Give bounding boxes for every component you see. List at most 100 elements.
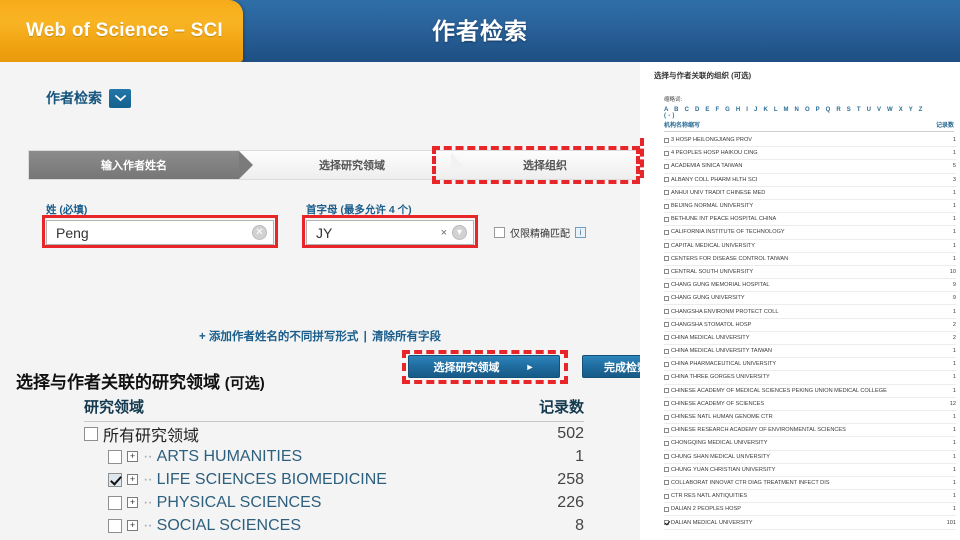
organization-checkbox[interactable] [664, 467, 669, 473]
research-area-row[interactable]: + ·· PHYSICAL SCIENCES 226 [84, 491, 584, 514]
highlight-step-organization [432, 146, 640, 184]
organization-row[interactable]: CAPITAL MEDICAL UNIVERSITY 1 [664, 240, 956, 253]
clear-icon-initials[interactable]: ▾ [452, 225, 467, 240]
expand-plus-icon[interactable]: + [127, 451, 138, 462]
add-name-variant-link[interactable]: + 添加作者姓名的不同拼写形式 [199, 331, 358, 343]
organization-checkbox[interactable] [664, 480, 669, 486]
organization-row[interactable]: CHONGQING MEDICAL UNIVERSITY 1 [664, 437, 956, 451]
organization-checkbox[interactable] [664, 137, 669, 143]
organization-checkbox[interactable] [664, 282, 669, 288]
step-select-research-area[interactable]: 选择研究领域 [239, 151, 462, 179]
organization-checkbox[interactable] [664, 427, 669, 433]
research-area-row[interactable]: + ·· SOCIAL SCIENCES 8 [84, 514, 584, 537]
research-area-row[interactable]: + ·· ARTS HUMANITIES 1 [84, 445, 584, 468]
organization-row[interactable]: CHANGSHA STOMATOL HOSP 2 [664, 319, 956, 332]
organization-checkbox[interactable] [664, 493, 669, 499]
organization-row[interactable]: CHINESE ACADEMY OF MEDICAL SCIENCES PEKI… [664, 385, 956, 398]
organization-row[interactable]: 3 HOSP HEILONGJIANG PROV 1 [664, 134, 956, 148]
organization-row[interactable]: CHUNG YUAN CHRISTIAN UNIVERSITY 1 [664, 464, 956, 477]
organization-checkbox[interactable] [664, 335, 669, 341]
organization-row[interactable]: BEIJING NORMAL UNIVERSITY 1 [664, 200, 956, 214]
exact-match-checkbox[interactable] [494, 227, 505, 238]
expand-plus-icon[interactable]: + [127, 520, 138, 531]
organization-checkbox[interactable] [664, 216, 669, 222]
organization-checkbox[interactable] [664, 374, 669, 380]
organization-row[interactable]: CHANGSHA ENVIRONM PROTECT COLL 1 [664, 305, 956, 319]
organization-checkbox[interactable] [664, 203, 669, 209]
organization-row[interactable]: ANHUI UNIV TRADIT CHINESE MED 1 [664, 187, 956, 200]
organization-checkbox[interactable] [664, 295, 669, 301]
organization-row[interactable]: CHINESE NATL HUMAN GENOME CTR 1 [664, 411, 956, 425]
organization-col-name: 机构名称缩写 [664, 123, 701, 129]
organization-checkbox[interactable] [664, 440, 669, 446]
research-area-name-cell: + ·· SOCIAL SCIENCES [84, 517, 575, 535]
organization-row[interactable]: DALIAN 2 PEOPLES HOSP 1 [664, 503, 956, 517]
organization-row[interactable]: BETHUNE INT PEACE HOSPITAL CHINA 1 [664, 213, 956, 227]
organization-row[interactable]: CHINA THREE GORGES UNIVERSITY 1 [664, 371, 956, 385]
organization-checkbox[interactable] [664, 309, 669, 315]
organization-checkbox[interactable] [664, 256, 669, 262]
info-icon[interactable]: i [575, 227, 586, 238]
research-area-row[interactable]: + ·· LIFE SCIENCES BIOMEDICINE 258 [84, 468, 584, 491]
remove-icon-initials[interactable]: × [441, 227, 447, 239]
organization-row[interactable]: DALIAN MEDICAL UNIVERSITY 101 [664, 516, 956, 530]
organization-name-cell: CHONGQING MEDICAL UNIVERSITY [664, 440, 953, 446]
organization-checkbox[interactable] [664, 150, 669, 156]
research-areas-rows: 所有研究领域 502 + ·· ARTS HUMANITIES 1 + ·· LIFE SCIE… [84, 422, 584, 540]
clear-all-fields-link[interactable]: 清除所有字段 [372, 331, 441, 343]
organization-checkbox[interactable] [664, 348, 669, 354]
organization-row[interactable]: 4 PEOPLES HOSP HAIKOU CING 1 [664, 147, 956, 161]
expand-plus-icon[interactable]: + [127, 497, 138, 508]
alphabet-filter[interactable]: A B C D E F G H I J K L M N O P Q R S T … [664, 107, 934, 119]
organization-row[interactable]: ACADEMIA SINICA TAIWAN 5 [664, 160, 956, 174]
organization-row[interactable]: CALIFORNIA INSTITUTE OF TECHNOLOGY 1 [664, 226, 956, 240]
organization-count: 12 [949, 400, 956, 407]
organization-checkbox[interactable] [664, 243, 669, 249]
clear-icon-lastname[interactable]: ✕ [252, 225, 267, 240]
organization-checkbox[interactable] [664, 520, 669, 526]
organization-checkbox[interactable] [664, 401, 669, 407]
research-area-checkbox[interactable] [84, 426, 98, 441]
organization-checkbox[interactable] [664, 414, 669, 420]
organization-row[interactable]: COLLABORAT INNOVAT CTR DIAG TREATMENT IN… [664, 477, 956, 491]
research-area-checkbox[interactable] [108, 472, 122, 487]
organization-row[interactable]: CTR RES NATL ANTIQUITIES 1 [664, 490, 956, 504]
organization-count: 1 [952, 203, 956, 210]
organization-checkbox[interactable] [664, 177, 669, 183]
organization-count: 1 [952, 414, 956, 421]
organization-row[interactable]: ALBANY COLL PHARM HLTH SCI 3 [664, 174, 956, 187]
organization-checkbox[interactable] [664, 454, 669, 460]
initials-input[interactable]: JY × ▾ [306, 220, 474, 245]
chevron-down-icon[interactable] [109, 88, 131, 108]
organization-row[interactable]: CENTERS FOR DISEASE CONTROL TAIWAN 1 [664, 253, 956, 266]
organization-row[interactable]: CHANG GUNG UNIVERSITY 9 [664, 292, 956, 306]
organization-checkbox[interactable] [664, 163, 669, 169]
organization-row[interactable]: CHINA MEDICAL UNIVERSITY TAIWAN 1 [664, 345, 956, 359]
exact-match-option[interactable]: 仅限精确匹配 i [494, 225, 586, 245]
expand-plus-icon[interactable]: + [127, 474, 138, 485]
organization-name-cell: DALIAN 2 PEOPLES HOSP [664, 506, 953, 512]
organization-row[interactable]: CENTRAL SOUTH UNIVERSITY 10 [664, 266, 956, 280]
organization-checkbox[interactable] [664, 190, 669, 196]
organization-checkbox[interactable] [664, 506, 669, 512]
organization-row[interactable]: CHINA PHARMACEUTICAL UNIVERSITY 1 [664, 358, 956, 372]
search-type-selector[interactable]: 作者检索 [46, 88, 131, 108]
lastname-input[interactable]: Peng ✕ [46, 220, 274, 245]
organization-row[interactable]: CHANG GUNG MEMORIAL HOSPITAL 9 [664, 279, 956, 293]
organization-row[interactable]: CHINESE ACADEMY OF SCIENCES 12 [664, 398, 956, 411]
organization-row[interactable]: CHINA MEDICAL UNIVERSITY 2 [664, 332, 956, 345]
organization-checkbox[interactable] [664, 361, 669, 367]
research-area-checkbox[interactable] [108, 449, 122, 464]
step-enter-author-name[interactable]: 输入作者姓名 [29, 151, 253, 179]
organization-row[interactable]: CHINESE RESEARCH ACADEMY OF ENVIRONMENTA… [664, 424, 956, 438]
research-area-checkbox[interactable] [108, 495, 122, 510]
organization-checkbox[interactable] [664, 388, 669, 394]
research-area-checkbox[interactable] [108, 518, 122, 533]
organization-row[interactable]: CHUNG SHAN MEDICAL UNIVERSITY 1 [664, 451, 956, 464]
organization-checkbox[interactable] [664, 322, 669, 328]
organization-checkbox[interactable] [664, 269, 669, 275]
tree-dots: ·· [143, 470, 153, 488]
research-area-row[interactable]: 所有研究领域 502 [84, 422, 584, 445]
organization-checkbox[interactable] [664, 229, 669, 235]
organization-name-cell: CHUNG YUAN CHRISTIAN UNIVERSITY [664, 467, 953, 473]
